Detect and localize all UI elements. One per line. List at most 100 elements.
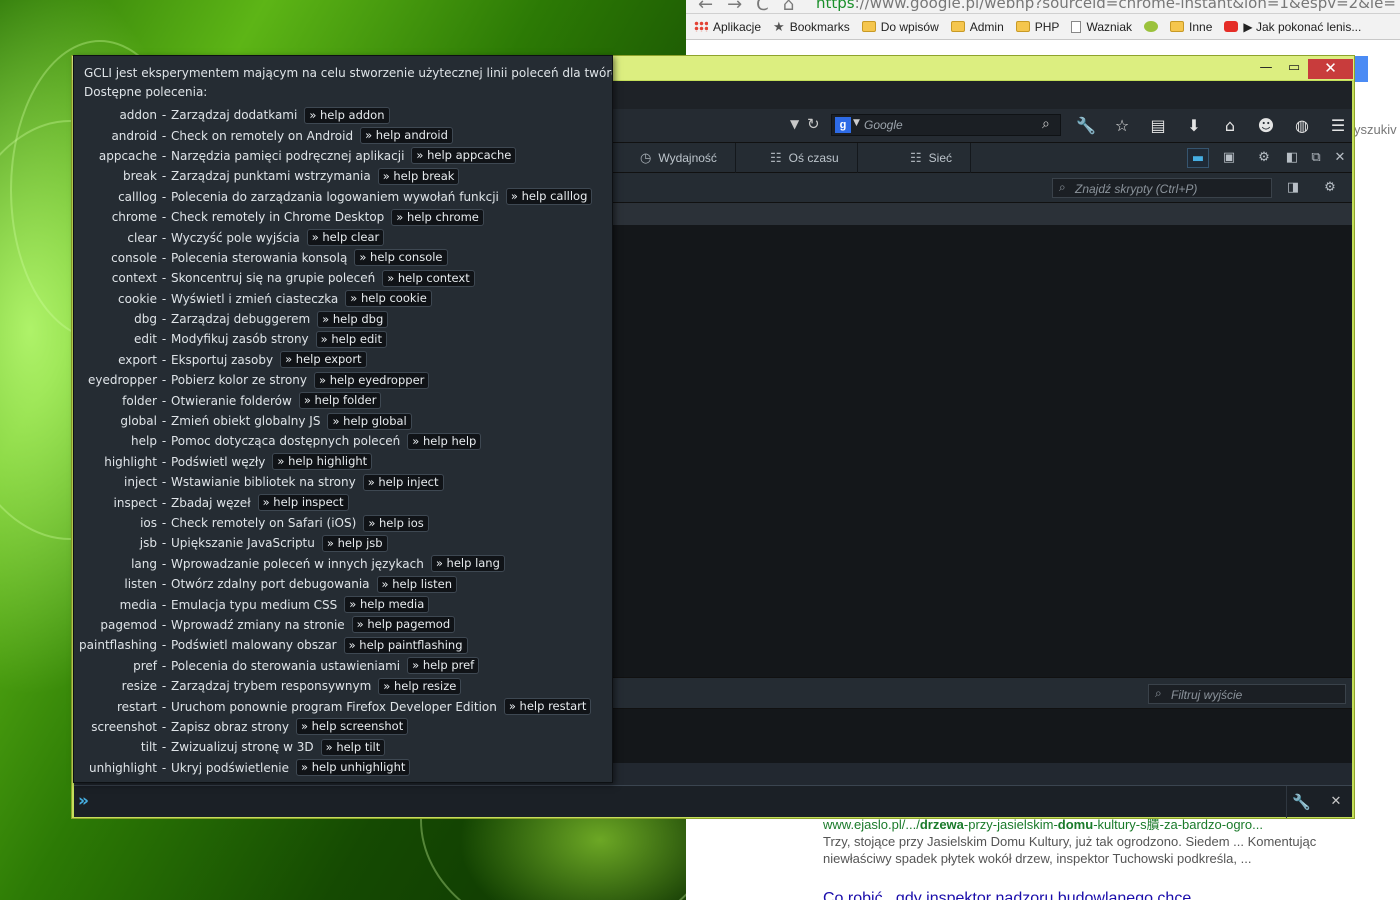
download-icon[interactable]: ⬇ <box>1182 114 1206 138</box>
help-command-button[interactable]: » help inspect <box>257 494 349 512</box>
command-name: restart <box>116 699 157 714</box>
bookmark-item[interactable]: Inne <box>1170 20 1212 34</box>
bookmark-item[interactable]: Aplikacje <box>694 20 761 34</box>
help-command-button[interactable]: » help folder <box>298 392 382 410</box>
tab-timeline[interactable]: ☷ Oś czasu <box>752 143 858 173</box>
settings-icon[interactable]: ⚙ <box>1253 148 1275 168</box>
bookmark-item[interactable] <box>1144 21 1159 32</box>
toolbar-icons: 🔧 ☆ ▤ ⬇ ⌂ ☻ ◍ ☰ <box>1074 114 1350 138</box>
command-description: Wyświetl i zmień ciasteczka <box>171 291 339 306</box>
dock-side-icon[interactable]: ◧ <box>1281 148 1303 168</box>
help-command-button[interactable]: » help jsb <box>321 534 388 552</box>
help-command-button[interactable]: » help pref <box>407 657 480 675</box>
command-input[interactable] <box>100 791 1280 813</box>
chevron-down-icon[interactable]: ▼ <box>790 117 799 131</box>
help-command-button[interactable]: » help console <box>354 249 448 267</box>
help-command-button[interactable]: » help restart <box>503 698 592 716</box>
folder-icon <box>1170 21 1185 32</box>
command-name: paintflashing <box>79 638 157 653</box>
tab-performance[interactable]: ◷ Wydajność <box>622 143 736 173</box>
star-icon[interactable]: ☆ <box>1110 114 1134 138</box>
close-devtools-icon[interactable]: ✕ <box>1329 148 1351 168</box>
help-command-button[interactable]: » help pagemod <box>351 616 456 634</box>
responsive-mode-icon[interactable]: ▣ <box>1218 148 1240 168</box>
help-command-button[interactable]: » help calllog <box>505 188 593 206</box>
search-button[interactable] <box>1354 56 1368 82</box>
chrome-address-bar[interactable]: https://www.google.pl/webhp?sourceid=chr… <box>816 0 1396 12</box>
chevron-down-icon[interactable]: ▼ <box>853 118 860 128</box>
separator: - <box>161 291 167 306</box>
command-row: edit - Modyfikuj zasób strony » help edit <box>74 329 612 349</box>
help-command-button[interactable]: » help appcache <box>411 147 517 165</box>
google-icon[interactable]: g <box>835 117 851 133</box>
find-scripts-input[interactable]: ⌕ Znajdź skrypty (Ctrl+P) <box>1052 178 1272 198</box>
help-command-button[interactable]: » help cookie <box>345 290 432 308</box>
help-command-button[interactable]: » help addon <box>304 106 390 124</box>
help-command-button[interactable]: » help screenshot <box>295 718 409 736</box>
tab-network[interactable]: ☷ Sieć <box>892 143 971 173</box>
help-command-button[interactable]: » help unhighlight <box>296 759 411 777</box>
bookmark-item[interactable]: ★ Bookmarks <box>773 19 850 35</box>
close-command-line-icon[interactable]: ✕ <box>1324 786 1348 818</box>
home-icon[interactable]: ⌂ <box>1218 114 1242 138</box>
help-command-button[interactable]: » help global <box>327 412 412 430</box>
command-name: tilt <box>140 740 157 755</box>
maximize-button[interactable]: ▭ <box>1281 59 1307 79</box>
help-command-button[interactable]: » help chrome <box>391 208 484 226</box>
help-command-button[interactable]: » help inject <box>362 473 444 491</box>
help-command-button[interactable]: » help help <box>407 432 482 450</box>
separator: - <box>161 638 167 653</box>
command-name: clear <box>127 230 157 245</box>
help-command-button[interactable]: » help context <box>382 269 475 287</box>
reading-list-icon[interactable]: ▤ <box>1146 114 1170 138</box>
gear-icon[interactable]: ⚙ <box>1319 178 1341 198</box>
wrench-icon[interactable]: 🔧 <box>1074 114 1098 138</box>
command-row: resize - Zarządzaj trybem responsywnym » he… <box>74 676 612 696</box>
bookmark-item[interactable]: Wazniak <box>1071 20 1132 34</box>
help-command-button[interactable]: » help media <box>344 596 430 614</box>
available-commands-label: Dostępne polecenia: <box>84 85 208 99</box>
result-snippet-line: Trzy, stojące przy Jasielskim Domu Kultu… <box>823 834 1317 849</box>
help-command-button[interactable]: » help resize <box>378 677 462 695</box>
menu-icon[interactable]: ☰ <box>1326 114 1350 138</box>
help-command-button[interactable]: » help ios <box>363 514 429 532</box>
command-name: pagemod <box>100 617 157 632</box>
bookmark-item[interactable]: Admin <box>950 20 1004 34</box>
star-icon: ★ <box>773 18 785 34</box>
command-name: break <box>123 169 157 184</box>
help-command-button[interactable]: » help android <box>360 127 453 145</box>
minimize-button[interactable]: — <box>1253 59 1279 79</box>
help-command-button[interactable]: » help listen <box>376 575 458 593</box>
bookmark-item[interactable]: ▶ Jak pokonać lenis... <box>1224 20 1361 34</box>
command-description: Otwieranie folderów <box>171 393 292 408</box>
help-command-button[interactable]: » help clear <box>306 229 385 247</box>
result-title[interactable]: Co robić , gdy inspektor nadzoru budowla… <box>823 890 1191 900</box>
magnifier-icon[interactable]: ⌕ <box>1042 116 1050 132</box>
command-name: dbg <box>134 312 157 327</box>
separate-window-icon[interactable]: ⧉ <box>1305 148 1327 168</box>
help-command-button[interactable]: » help highlight <box>272 453 373 471</box>
filter-output-input[interactable]: ⌕ Filtruj wyjście <box>1148 684 1346 704</box>
search-input[interactable]: g ▼ Google ⌕ <box>831 114 1061 136</box>
gcli-intro: GCLI jest eksperymentem mającym na celu … <box>84 66 612 80</box>
close-window-button[interactable]: ✕ <box>1308 59 1353 79</box>
toggle-pane-icon[interactable]: ◨ <box>1282 178 1304 198</box>
help-command-button[interactable]: » help dbg <box>317 310 389 328</box>
wrench-icon[interactable]: 🔧 <box>1286 786 1316 818</box>
help-command-button[interactable]: » help export <box>280 351 367 369</box>
help-command-button[interactable]: » help break <box>377 167 460 185</box>
bookmark-item[interactable]: PHP <box>1015 20 1059 34</box>
chrome-nav-icons[interactable]: ←→C⌂ <box>698 0 808 15</box>
help-command-button[interactable]: » help edit <box>315 330 387 348</box>
help-command-button[interactable]: » help lang <box>430 555 505 573</box>
help-command-button[interactable]: » help eyedropper <box>314 371 430 389</box>
help-command-button[interactable]: » help tilt <box>320 738 386 756</box>
bookmarks-bar: Aplikacje ★ Bookmarks Do wpisów Admin PHP Wazn… <box>686 14 1400 40</box>
help-command-button[interactable]: » help paintflashing <box>343 636 468 654</box>
bookmark-item[interactable]: Do wpisów <box>861 20 939 34</box>
globe-icon[interactable]: ◍ <box>1290 114 1314 138</box>
reload-icon[interactable]: ↻ <box>807 115 820 133</box>
command-line-toggle-icon[interactable]: ▬ <box>1187 148 1209 168</box>
chat-icon[interactable]: ☻ <box>1254 114 1278 138</box>
command-name: highlight <box>104 454 157 469</box>
